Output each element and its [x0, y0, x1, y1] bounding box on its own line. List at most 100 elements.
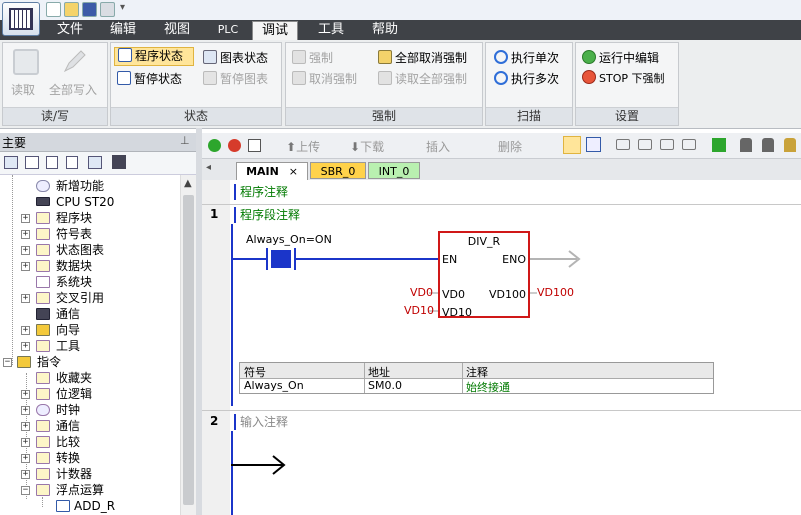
menu-tab-plc[interactable]: PLC	[210, 20, 246, 40]
run-edit-icon	[582, 50, 596, 64]
execute-multiple-button[interactable]: 执行多次	[494, 70, 559, 87]
ribbon-caption-settings: 设置	[576, 107, 678, 125]
contact-energized[interactable]	[271, 250, 291, 268]
qat-dropdown-icon[interactable]: ▾	[120, 2, 125, 13]
read-all-forced-button[interactable]: 读取全部强制	[378, 70, 467, 87]
print-icon[interactable]	[100, 2, 115, 17]
unforce-all-button[interactable]: 全部取消强制	[378, 49, 467, 66]
tab-main[interactable]: MAIN ×	[236, 162, 308, 180]
tab-sbr-0[interactable]: SBR_0	[310, 162, 366, 179]
delete-button[interactable]: 删除	[498, 138, 522, 155]
unlock-icon	[292, 71, 306, 85]
save-icon[interactable]	[82, 2, 97, 17]
expand-icon[interactable]: +	[21, 294, 30, 303]
unforce-button[interactable]: 取消强制	[292, 70, 357, 87]
document-icon[interactable]	[46, 156, 58, 169]
tab-int-0[interactable]: INT_0	[368, 162, 420, 179]
force-button[interactable]: 强制	[292, 49, 333, 66]
expand-icon[interactable]: +	[21, 470, 30, 479]
program-status-button[interactable]: 程序状态	[114, 47, 194, 66]
chart-status-icon	[203, 50, 217, 64]
execute-single-button[interactable]: 执行单次	[494, 49, 559, 66]
folder-compare-icon	[36, 436, 50, 448]
expand-icon[interactable]: +	[21, 422, 30, 431]
expand-icon[interactable]: +	[21, 246, 30, 255]
write-all-button[interactable]: 全部写入	[49, 81, 97, 98]
upload-button[interactable]: ⬆上传	[286, 138, 320, 155]
collapse-icon[interactable]: −	[21, 486, 30, 495]
menu-tab-debug[interactable]: 调试	[252, 21, 298, 40]
stop-icon[interactable]	[228, 139, 241, 152]
read-all-forced-icon	[378, 71, 392, 85]
run-edit-button[interactable]: 运行中编辑	[582, 49, 659, 66]
toggle-addressing-icon[interactable]	[616, 139, 630, 150]
data-block-icon[interactable]	[66, 156, 78, 169]
read-button[interactable]: 读取	[11, 81, 35, 98]
folder-data-icon	[36, 260, 50, 272]
out-operand[interactable]: VD100	[537, 286, 574, 299]
open-folder-icon[interactable]	[64, 2, 79, 17]
expand-icon[interactable]: +	[21, 342, 30, 351]
chart-status-toggle-icon[interactable]	[586, 137, 601, 152]
view-icon[interactable]	[4, 156, 18, 169]
tree-scrollbar[interactable]: ▲	[180, 175, 196, 515]
new-file-icon[interactable]	[46, 2, 61, 17]
network-comment[interactable]: 输入注释	[234, 414, 288, 430]
unforce-all-icon	[378, 50, 392, 64]
chart-status-button[interactable]: 图表状态	[203, 49, 268, 66]
menu-tab-edit[interactable]: 编辑	[104, 20, 142, 40]
lock-icon	[292, 50, 306, 64]
left-pane-toolbar	[0, 152, 196, 175]
download-arrow-icon: ⬇	[350, 140, 361, 154]
menu-tab-help[interactable]: 帮助	[366, 20, 404, 40]
empty-rung[interactable]	[231, 452, 291, 478]
compile-icon[interactable]	[248, 139, 261, 152]
bookmark-icon[interactable]	[638, 139, 652, 150]
expand-icon[interactable]: +	[21, 438, 30, 447]
prev-bookmark-icon[interactable]	[660, 139, 674, 150]
network-comment[interactable]: 程序段注释	[234, 207, 300, 223]
expand-icon[interactable]: +	[21, 454, 30, 463]
lock-pou-icon[interactable]	[740, 138, 752, 152]
go-icon[interactable]	[712, 138, 726, 152]
scroll-up-icon[interactable]: ▲	[184, 178, 192, 189]
communication-icon[interactable]	[112, 155, 126, 169]
next-bookmark-icon[interactable]	[682, 139, 696, 150]
stop-force-button[interactable]: STOP 下强制	[582, 70, 665, 86]
password-icon[interactable]	[784, 138, 796, 152]
menu-tab-file[interactable]: 文件	[52, 20, 88, 40]
tab-scroll-left-icon[interactable]: ◂	[206, 162, 211, 173]
expand-icon[interactable]: +	[21, 406, 30, 415]
pin-icon[interactable]: ⊥	[180, 134, 190, 147]
menu-tab-view[interactable]: 视图	[158, 20, 196, 40]
app-menu-button[interactable]	[2, 2, 40, 36]
box-instruction-icon	[56, 500, 70, 512]
close-tab-icon[interactable]: ×	[289, 165, 298, 178]
expand-icon[interactable]: +	[21, 390, 30, 399]
expand-icon[interactable]: +	[21, 326, 30, 335]
in1-operand[interactable]: VD0	[410, 286, 433, 299]
run-icon[interactable]	[208, 139, 221, 152]
expand-icon[interactable]: +	[21, 214, 30, 223]
menu-tab-tools[interactable]: 工具	[312, 20, 350, 40]
program-comment[interactable]: 程序注释	[234, 184, 288, 200]
div-r-box[interactable]: DIV_R EN ENO VD0 VD100 VD10	[438, 231, 530, 319]
expand-icon[interactable]: +	[21, 262, 30, 271]
upload-arrow-icon: ⬆	[286, 140, 297, 154]
ribbon-group-settings: 运行中编辑 STOP 下强制 设置	[575, 42, 679, 126]
unlock-pou-icon[interactable]	[762, 138, 774, 152]
scroll-thumb[interactable]	[183, 195, 194, 505]
symbol-table-icon[interactable]	[25, 156, 39, 169]
ribbon-group-read-write: 读取 全部写入 读/写	[2, 42, 108, 126]
insert-button[interactable]: 插入	[426, 138, 450, 155]
network-number: 1	[210, 207, 219, 221]
system-block-icon[interactable]	[88, 156, 102, 169]
read-icon	[13, 49, 39, 75]
download-button[interactable]: ⬇下载	[350, 138, 384, 155]
in2-operand[interactable]: VD10	[404, 304, 434, 317]
program-status-toggle-icon[interactable]	[563, 136, 581, 154]
pause-status-button[interactable]: 暂停状态	[117, 70, 182, 87]
expand-icon[interactable]: +	[21, 230, 30, 239]
pause-chart-button[interactable]: 暂停图表	[203, 70, 268, 87]
collapse-icon[interactable]: −	[3, 358, 12, 367]
